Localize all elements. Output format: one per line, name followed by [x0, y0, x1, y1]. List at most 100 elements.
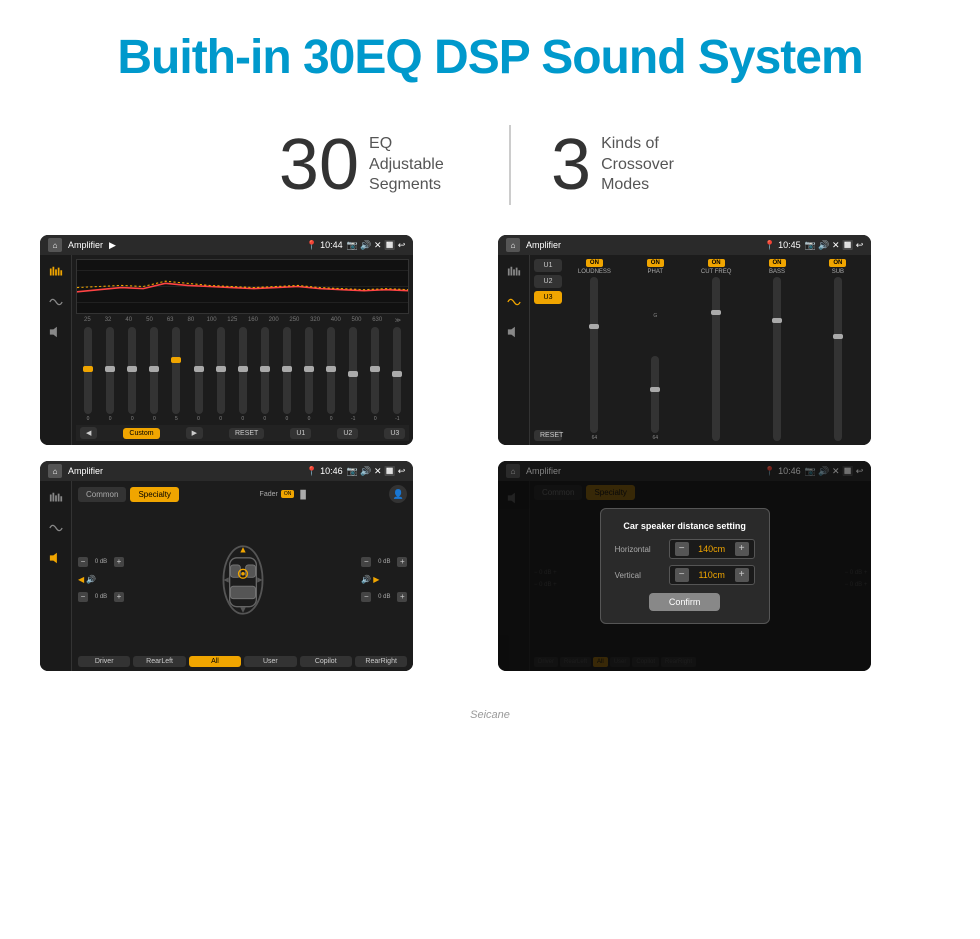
- screen1-app-title: Amplifier: [68, 240, 103, 250]
- btn-rearright[interactable]: RearRight: [355, 656, 407, 667]
- horizontal-plus[interactable]: +: [735, 542, 749, 556]
- channel-phat: ON PHAT G 64: [626, 259, 685, 441]
- screen2-app-title: Amplifier: [526, 240, 561, 250]
- watermark: Seicane: [0, 701, 980, 729]
- home-icon-3[interactable]: ⌂: [48, 464, 62, 478]
- fr-plus[interactable]: +: [397, 557, 407, 567]
- car-topview: [130, 540, 355, 620]
- screen3-time: 📍 10:46: [306, 466, 342, 477]
- channel-loudness: ON LOUDNESS 64: [565, 259, 624, 441]
- screen-crossover: ⌂ Amplifier 📍 10:45 📷 🔊 ✕ 🔲 ↩: [498, 235, 871, 445]
- channel-cutfreq: ON CUT FREQ: [687, 259, 746, 441]
- rl-plus[interactable]: +: [114, 592, 124, 602]
- distance-dialog: Car speaker distance setting Horizontal …: [600, 508, 770, 624]
- crossover-reset-btn[interactable]: RESET: [534, 430, 562, 441]
- person-icon: 👤: [389, 485, 407, 503]
- nav-eq-icon-2[interactable]: [503, 263, 525, 281]
- eq-slider-12: -1: [343, 327, 363, 422]
- eq-reset-btn[interactable]: RESET: [229, 428, 264, 439]
- stat-crossover-desc: Kinds ofCrossover Modes: [601, 134, 701, 196]
- eq-slider-0: 0: [78, 327, 98, 422]
- nav-vol-icon-3[interactable]: [45, 549, 67, 567]
- eq-graph: [76, 259, 409, 314]
- preset-u1[interactable]: U1: [534, 259, 562, 272]
- channel-sub: ON SUB: [808, 259, 867, 441]
- eq-slider-4: 5: [166, 327, 186, 422]
- eq-u1-btn[interactable]: U1: [290, 428, 311, 439]
- fl-plus[interactable]: +: [114, 557, 124, 567]
- eq-slider-10: 0: [299, 327, 319, 422]
- tab-specialty-3[interactable]: Specialty: [130, 487, 178, 502]
- eq-prev-btn[interactable]: ◀: [80, 427, 97, 439]
- stat-crossover: 3 Kinds ofCrossover Modes: [551, 129, 701, 201]
- vertical-label: Vertical: [615, 571, 641, 580]
- nav-wave-icon-3[interactable]: [45, 519, 67, 537]
- eq-main: 25 32 40 50 63 80 100 125 160 200 250 32…: [72, 255, 413, 445]
- eq-slider-5: 0: [188, 327, 208, 422]
- screen-eq: ⌂ Amplifier ▶ 📍 10:44 📷 🔊 ✕ 🔲 ↩: [40, 235, 413, 445]
- horizontal-value: 140cm: [692, 544, 732, 554]
- nav-vol-icon[interactable]: [45, 323, 67, 341]
- rr-plus[interactable]: +: [397, 592, 407, 602]
- vertical-minus[interactable]: −: [675, 568, 689, 582]
- specialty-main: Common Specialty Fader ON ▐▌ 👤 −: [72, 481, 413, 671]
- btn-user[interactable]: User: [244, 656, 296, 667]
- right-db-controls: − 0 dB + 🔊 ▶ − 0 dB +: [361, 557, 407, 602]
- screen1-content: 25 32 40 50 63 80 100 125 160 200 250 32…: [40, 255, 413, 445]
- preset-u3[interactable]: U3: [534, 291, 562, 304]
- btn-driver[interactable]: Driver: [78, 656, 130, 667]
- status-bar-3: ⌂ Amplifier 📍 10:46 📷 🔊 ✕ 🔲 ↩: [40, 461, 413, 481]
- eq-slider-14: -1: [387, 327, 407, 422]
- side-nav-2: [498, 255, 530, 445]
- eq-bottom-bar: ◀ Custom ▶ RESET U1 U2 U3: [76, 425, 409, 441]
- btn-rearleft[interactable]: RearLeft: [133, 656, 185, 667]
- rr-db: − 0 dB +: [361, 592, 407, 602]
- eq-custom-btn[interactable]: Custom: [123, 428, 159, 439]
- eq-labels: 25 32 40 50 63 80 100 125 160 200 250 32…: [76, 317, 409, 324]
- preset-u2[interactable]: U2: [534, 275, 562, 288]
- nav-wave-icon-2[interactable]: [503, 293, 525, 311]
- eq-play-btn[interactable]: ▶: [186, 427, 203, 439]
- rr-minus[interactable]: −: [361, 592, 371, 602]
- horizontal-minus[interactable]: −: [675, 542, 689, 556]
- eq-slider-3: 0: [144, 327, 164, 422]
- page-header: Buith-in 30EQ DSP Sound System: [0, 0, 980, 105]
- eq-slider-11: 0: [321, 327, 341, 422]
- vertical-value: 110cm: [692, 570, 732, 580]
- screen-specialty: ⌂ Amplifier 📍 10:46 📷 🔊 ✕ 🔲 ↩: [40, 461, 413, 671]
- stats-divider: [509, 125, 511, 205]
- nav-wave-icon[interactable]: [45, 293, 67, 311]
- screen2-content: U1 U2 U3 RESET ON LOUDNESS 64: [498, 255, 871, 445]
- rl-db: − 0 dB +: [78, 592, 124, 602]
- eq-slider-6: 0: [211, 327, 231, 422]
- vertical-plus[interactable]: +: [735, 568, 749, 582]
- screens-grid: ⌂ Amplifier ▶ 📍 10:44 📷 🔊 ✕ 🔲 ↩: [0, 235, 980, 701]
- nav-vol-icon-2[interactable]: [503, 323, 525, 341]
- home-icon-1[interactable]: ⌂: [48, 238, 62, 252]
- bottom-buttons-3: Driver RearLeft All User Copilot RearRig…: [78, 656, 407, 667]
- crossover-main: U1 U2 U3 RESET ON LOUDNESS 64: [530, 255, 871, 445]
- btn-copilot[interactable]: Copilot: [300, 656, 352, 667]
- horizontal-input: − 140cm +: [669, 539, 755, 559]
- nav-eq-icon-3[interactable]: [45, 489, 67, 507]
- nav-eq-icon[interactable]: [45, 263, 67, 281]
- eq-u3-btn[interactable]: U3: [384, 428, 405, 439]
- dialog-row-horizontal: Horizontal − 140cm +: [615, 539, 755, 559]
- eq-slider-9: 0: [277, 327, 297, 422]
- stat-eq-desc: EQ AdjustableSegments: [369, 134, 469, 196]
- crossover-channels: ON LOUDNESS 64 ON PHAT G: [565, 259, 867, 441]
- screen3-content: Common Specialty Fader ON ▐▌ 👤 −: [40, 481, 413, 671]
- fr-db: − 0 dB +: [361, 557, 407, 567]
- eq-u2-btn[interactable]: U2: [337, 428, 358, 439]
- stat-crossover-number: 3: [551, 129, 591, 201]
- tab-common-3[interactable]: Common: [78, 487, 126, 502]
- rl-minus[interactable]: −: [78, 592, 88, 602]
- btn-all[interactable]: All: [189, 656, 241, 667]
- fl-minus[interactable]: −: [78, 557, 88, 567]
- confirm-button[interactable]: Confirm: [649, 593, 721, 611]
- home-icon-2[interactable]: ⌂: [506, 238, 520, 252]
- crossover-presets: U1 U2 U3 RESET: [534, 259, 562, 441]
- fr-minus[interactable]: −: [361, 557, 371, 567]
- eq-slider-13: 0: [365, 327, 385, 422]
- side-nav-3: [40, 481, 72, 671]
